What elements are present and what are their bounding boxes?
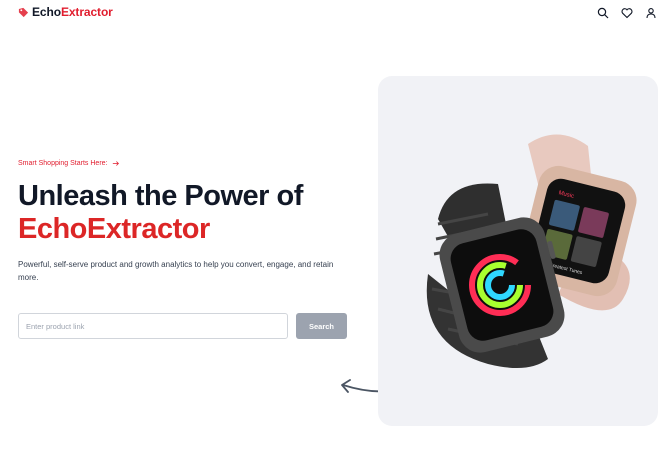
- smart-watch-image: Music Greatest Tunes: [426, 134, 637, 368]
- tag-icon: [18, 7, 29, 17]
- heart-icon[interactable]: [621, 6, 633, 19]
- header-actions: [597, 6, 657, 19]
- hero-description: Powerful, self-serve product and growth …: [18, 260, 334, 282]
- product-link-input[interactable]: [18, 313, 288, 339]
- hero-title-line1: Unleash the Power of: [18, 180, 303, 212]
- brand-name-part1: Echo: [32, 5, 61, 19]
- search-form: Search: [18, 313, 347, 339]
- arrow-right-icon: [112, 161, 119, 166]
- user-icon[interactable]: [645, 6, 657, 19]
- search-button[interactable]: Search: [296, 313, 347, 339]
- site-header: EchoExtractor: [0, 0, 667, 26]
- brand-name-part2: Extractor: [60, 5, 113, 19]
- product-image-panel: Music Greatest Tunes: [378, 76, 658, 426]
- eyebrow-link[interactable]: Smart Shopping Starts Here:: [18, 160, 363, 167]
- brand-name: EchoExtractor: [32, 5, 113, 19]
- hero-section: Smart Shopping Starts Here: Unleash the …: [18, 160, 363, 284]
- hero-title: Unleash the Power of EchoExtractor: [18, 180, 363, 246]
- eyebrow-text: Smart Shopping Starts Here:: [18, 160, 108, 167]
- search-icon[interactable]: [597, 6, 609, 19]
- hero-title-line2: EchoExtractor: [18, 213, 210, 245]
- brand-logo[interactable]: EchoExtractor: [18, 5, 113, 19]
